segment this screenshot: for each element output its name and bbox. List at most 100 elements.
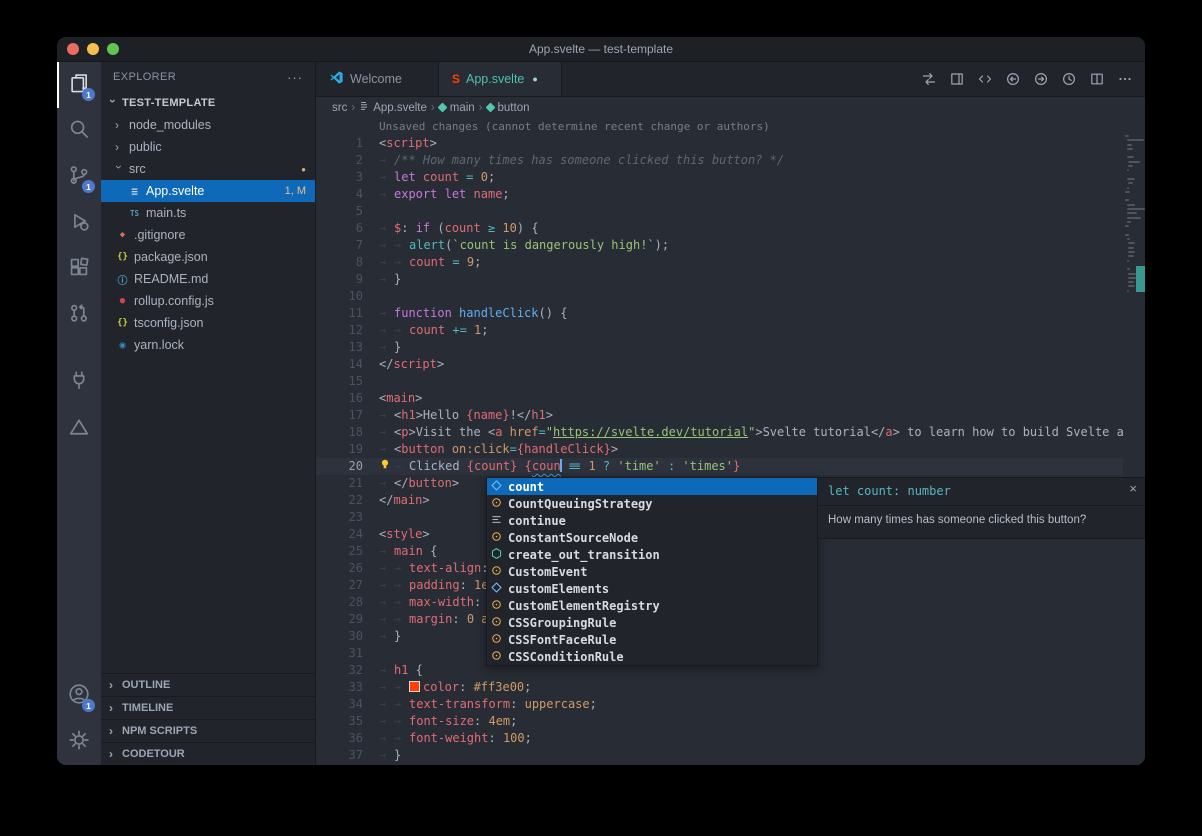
open-changes-with-icon[interactable] (974, 69, 995, 90)
line-number[interactable]: 37 (316, 747, 363, 764)
line-number[interactable]: 12 (316, 322, 363, 339)
line-number[interactable]: 5 (316, 203, 363, 220)
next-change-icon[interactable] (1030, 69, 1051, 90)
activity-item-source-control[interactable]: 1 (57, 154, 101, 200)
file-history-icon[interactable] (1058, 69, 1079, 90)
line-number[interactable]: 21 (316, 475, 363, 492)
suggestion-create-out-transition[interactable]: create_out_transition (487, 546, 817, 563)
tree-item-yarn-lock[interactable]: ◉yarn.lock (101, 334, 315, 356)
activity-item-remote-explorer[interactable] (57, 360, 101, 406)
code-line[interactable]: 20→Clicked {count} {coun ≡ 1 ? 'time' : … (316, 458, 1145, 475)
project-root-header[interactable]: › TEST-TEMPLATE (101, 92, 315, 114)
line-number[interactable]: 16 (316, 390, 363, 407)
breadcrumb-item-main[interactable]: main (439, 102, 475, 114)
code-line[interactable]: 10 (316, 288, 1145, 305)
line-number[interactable]: 30 (316, 628, 363, 645)
code-line[interactable]: 33→→color: #ff3e00; (316, 679, 1145, 696)
open-changes-icon[interactable] (918, 69, 939, 90)
zoom-window-button[interactable] (107, 43, 119, 55)
line-number[interactable]: 17 (316, 407, 363, 424)
line-number[interactable]: 10 (316, 288, 363, 305)
line-number[interactable]: 24 (316, 526, 363, 543)
close-icon[interactable]: × (1129, 481, 1137, 496)
line-number[interactable]: 7 (316, 237, 363, 254)
tab-app-svelte[interactable]: SApp.svelte● (439, 62, 562, 96)
sidebar-section-outline[interactable]: ›OUTLINE (101, 673, 315, 696)
breadcrumb-item-app-svelte[interactable]: App.svelte (359, 101, 427, 114)
code-editor[interactable]: Unsaved changes (cannot determine recent… (316, 118, 1145, 765)
line-number[interactable]: 34 (316, 696, 363, 713)
tree-item-package-json[interactable]: {}package.json (101, 246, 315, 268)
line-number[interactable]: 32 (316, 662, 363, 679)
line-number[interactable]: 14 (316, 356, 363, 373)
previous-change-icon[interactable] (1002, 69, 1023, 90)
line-number[interactable]: 8 (316, 254, 363, 271)
suggestion-cssconditionrule[interactable]: CSSConditionRule (487, 648, 817, 665)
suggestion-count[interactable]: count (487, 478, 817, 495)
line-number[interactable]: 13 (316, 339, 363, 356)
code-line[interactable]: 7→→alert(`count is dangerously high!`); (316, 237, 1145, 254)
blame-annotation[interactable]: Unsaved changes (cannot determine recent… (379, 118, 1145, 135)
line-number[interactable]: 20 (316, 458, 363, 475)
line-number[interactable]: 11 (316, 305, 363, 322)
suggestion-customelements[interactable]: customElements (487, 580, 817, 597)
code-line[interactable]: 15 (316, 373, 1145, 390)
suggestion-customevent[interactable]: CustomEvent (487, 563, 817, 580)
color-swatch[interactable] (409, 681, 420, 692)
line-number[interactable]: 4 (316, 186, 363, 203)
lightbulb-icon[interactable] (379, 458, 394, 475)
line-number[interactable]: 33 (316, 679, 363, 696)
line-number[interactable]: 35 (316, 713, 363, 730)
line-number[interactable]: 3 (316, 169, 363, 186)
code-line[interactable]: 16<main> (316, 390, 1145, 407)
open-preview-icon[interactable] (946, 69, 967, 90)
code-line[interactable]: 6→$: if (count ≥ 10) { (316, 220, 1145, 237)
line-number[interactable]: 36 (316, 730, 363, 747)
activity-item-accounts[interactable]: 1 (57, 673, 101, 719)
line-number[interactable]: 19 (316, 441, 363, 458)
split-editor-icon[interactable] (1086, 69, 1107, 90)
suggestion-cssfontfacerule[interactable]: CSSFontFaceRule (487, 631, 817, 648)
sidebar-section-codetour[interactable]: ›CODETOUR (101, 742, 315, 765)
suggestion-continue[interactable]: continue (487, 512, 817, 529)
line-number[interactable]: 22 (316, 492, 363, 509)
activity-item-search[interactable] (57, 108, 101, 154)
tree-item-node-modules[interactable]: ›node_modules (101, 114, 315, 136)
close-window-button[interactable] (67, 43, 79, 55)
line-number[interactable]: 28 (316, 594, 363, 611)
minimap[interactable] (1123, 118, 1145, 765)
modified-dot-icon[interactable]: ● (532, 74, 537, 84)
tree-item-src[interactable]: ›src● (101, 158, 315, 180)
sidebar-section-npm-scripts[interactable]: ›NPM SCRIPTS (101, 719, 315, 742)
line-number[interactable]: 6 (316, 220, 363, 237)
line-number[interactable]: 25 (316, 543, 363, 560)
code-line[interactable]: 11→function handleClick() { (316, 305, 1145, 322)
line-number[interactable]: 9 (316, 271, 363, 288)
breadcrumb-item-src[interactable]: src (332, 102, 347, 114)
tree-item-main-ts[interactable]: TSmain.ts (101, 202, 315, 224)
code-line[interactable]: 35→→font-size: 4em; (316, 713, 1145, 730)
line-number[interactable]: 26 (316, 560, 363, 577)
line-number[interactable]: 1 (316, 135, 363, 152)
code-line[interactable]: 36→→font-weight: 100; (316, 730, 1145, 747)
tree-item-readme-md[interactable]: ⓘREADME.md (101, 268, 315, 290)
sidebar-section-timeline[interactable]: ›TIMELINE (101, 696, 315, 719)
tab-welcome[interactable]: Welcome (316, 62, 439, 96)
activity-item-github-pull-requests[interactable] (57, 292, 101, 338)
line-number[interactable]: 15 (316, 373, 363, 390)
suggestion-countqueuingstrategy[interactable]: CountQueuingStrategy (487, 495, 817, 512)
code-line[interactable]: 18→<p>Visit the <a href="https://svelte.… (316, 424, 1145, 441)
code-line[interactable]: 34→→text-transform: uppercase; (316, 696, 1145, 713)
code-line[interactable]: 8→→count = 9; (316, 254, 1145, 271)
code-line[interactable]: 4→export let name; (316, 186, 1145, 203)
code-line[interactable]: 5 (316, 203, 1145, 220)
activity-item-explorer[interactable]: 1 (57, 62, 101, 108)
tree-item-public[interactable]: ›public (101, 136, 315, 158)
line-number[interactable]: 18 (316, 424, 363, 441)
code-line[interactable]: 17→<h1>Hello {name}!</h1> (316, 407, 1145, 424)
activity-item-settings[interactable] (57, 719, 101, 765)
breadcrumb-item-button[interactable]: button (487, 102, 530, 114)
suggestion-constantsourcenode[interactable]: ConstantSourceNode (487, 529, 817, 546)
activity-item-extension-triangle[interactable] (57, 406, 101, 452)
code-line[interactable]: 37→} (316, 747, 1145, 764)
